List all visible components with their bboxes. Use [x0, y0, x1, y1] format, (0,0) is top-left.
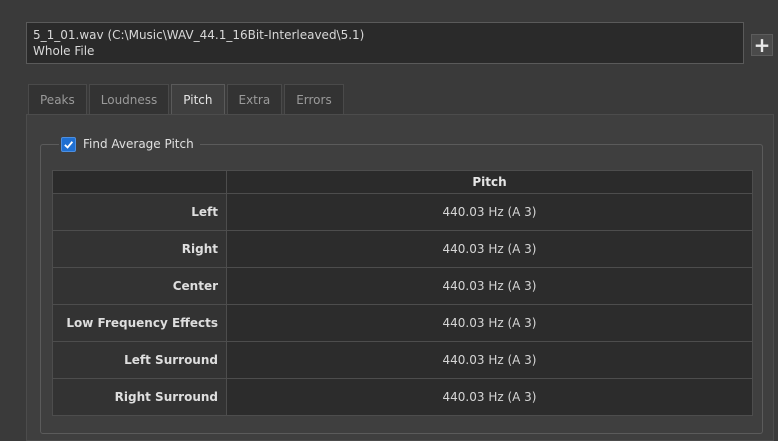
pitch-value: 440.03 Hz (A 3)	[226, 304, 753, 342]
table-row: Center 440.03 Hz (A 3)	[52, 267, 753, 305]
plus-icon: +	[753, 33, 771, 57]
tab-extra[interactable]: Extra	[226, 84, 283, 114]
find-average-pitch-checkbox[interactable]	[61, 136, 76, 152]
tab-peaks[interactable]: Peaks	[28, 84, 87, 114]
pitch-value: 440.03 Hz (A 3)	[226, 378, 753, 416]
channel-label: Right Surround	[52, 378, 227, 416]
table-row: Left 440.03 Hz (A 3)	[52, 193, 753, 231]
tab-pitch[interactable]: Pitch	[171, 84, 225, 115]
pitch-column-header: Pitch	[226, 170, 753, 194]
file-path: 5_1_01.wav (C:\Music\WAV_44.1_16Bit-Inte…	[33, 28, 365, 42]
table-row: Low Frequency Effects 440.03 Hz (A 3)	[52, 304, 753, 342]
channel-label: Low Frequency Effects	[52, 304, 227, 342]
table-row: Left Surround 440.03 Hz (A 3)	[52, 341, 753, 379]
table-header-row: Pitch	[52, 170, 753, 194]
pitch-value: 440.03 Hz (A 3)	[226, 267, 753, 305]
file-range: Whole File	[33, 44, 95, 58]
find-average-pitch-label[interactable]: Find Average Pitch	[83, 137, 194, 151]
table-row: Right Surround 440.03 Hz (A 3)	[52, 378, 753, 416]
pitch-value: 440.03 Hz (A 3)	[226, 341, 753, 379]
pitch-panel: Find Average Pitch Pitch Left 440.03 Hz …	[26, 114, 774, 441]
file-info-box[interactable]: 5_1_01.wav (C:\Music\WAV_44.1_16Bit-Inte…	[26, 22, 744, 64]
channel-label: Center	[52, 267, 227, 305]
add-button[interactable]: +	[751, 34, 773, 56]
pitch-value: 440.03 Hz (A 3)	[226, 193, 753, 231]
channel-label: Left	[52, 193, 227, 231]
table-row: Right 440.03 Hz (A 3)	[52, 230, 753, 268]
tab-errors[interactable]: Errors	[284, 84, 344, 114]
checkmark-icon	[64, 140, 74, 149]
channel-label: Left Surround	[52, 341, 227, 379]
pitch-table: Pitch Left 440.03 Hz (A 3) Right 440.03 …	[52, 170, 753, 416]
table-corner-cell	[52, 170, 227, 194]
channel-label: Right	[52, 230, 227, 268]
pitch-value: 440.03 Hz (A 3)	[226, 230, 753, 268]
tab-loudness[interactable]: Loudness	[88, 84, 170, 114]
group-legend: Find Average Pitch	[59, 133, 200, 155]
tab-bar: Peaks Loudness Pitch Extra Errors	[28, 84, 346, 115]
